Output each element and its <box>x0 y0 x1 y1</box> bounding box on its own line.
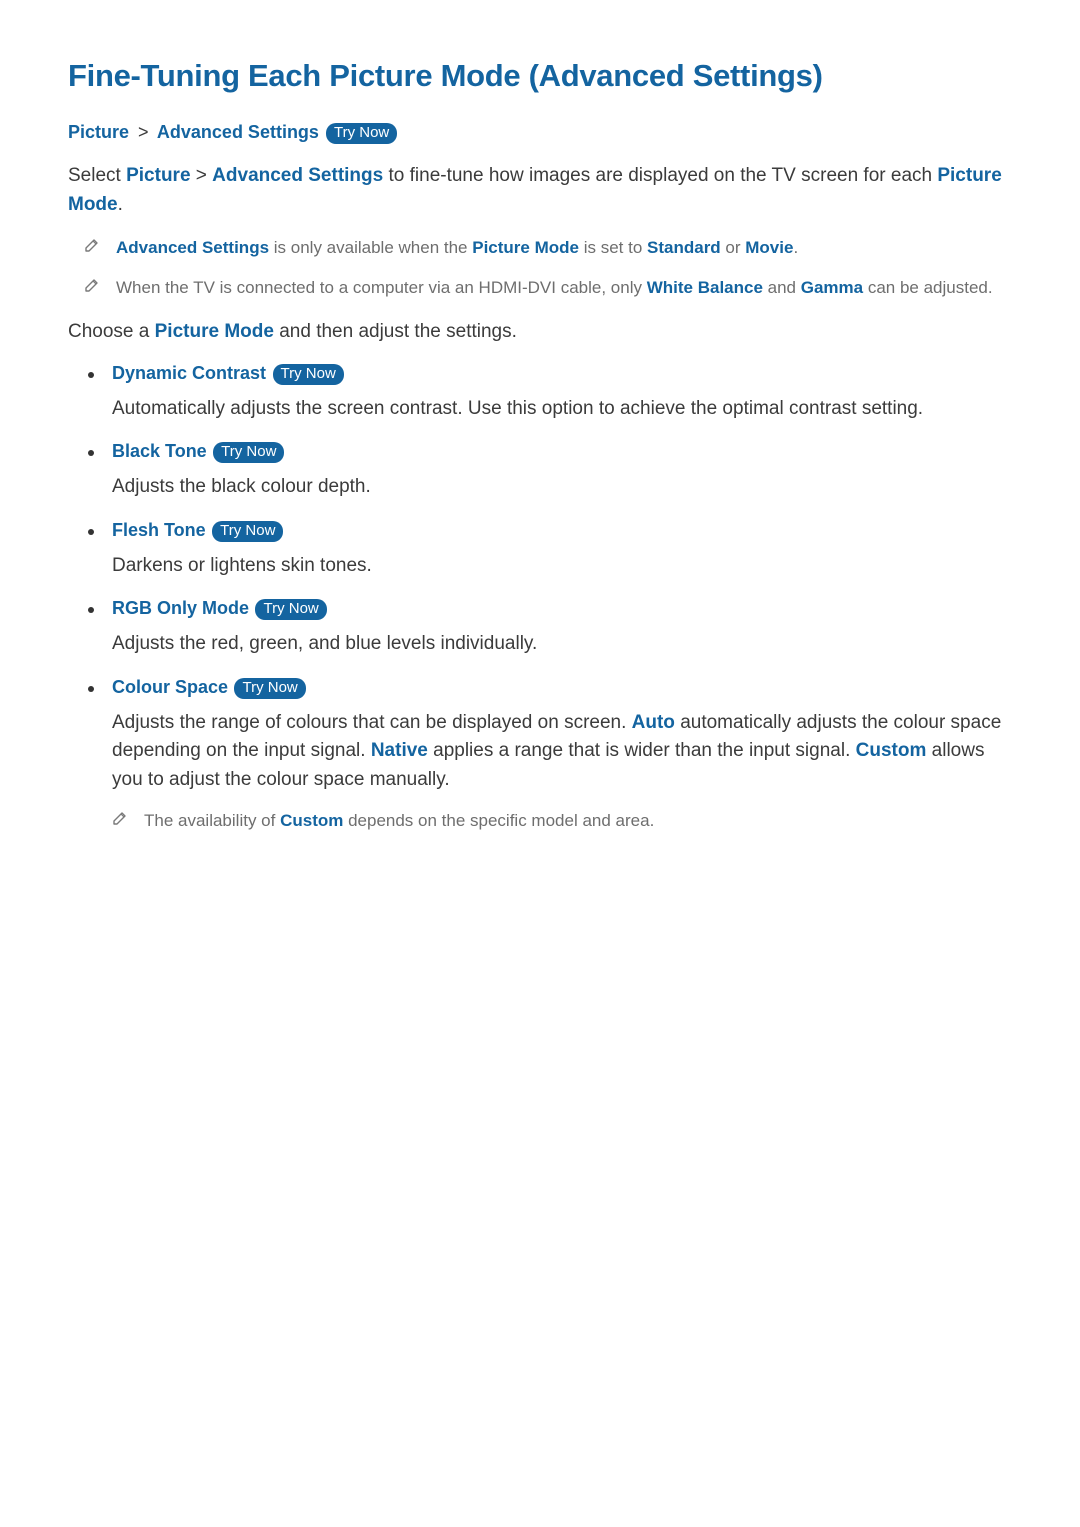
settings-list: Dynamic Contrast Try Now Automatically ad… <box>68 363 1012 834</box>
list-item: Dynamic Contrast Try Now Automatically ad… <box>88 363 1012 424</box>
notes-block: Advanced Settings is only available when… <box>68 235 1012 300</box>
link-advanced-settings[interactable]: Advanced Settings <box>212 165 383 186</box>
breadcrumb: Picture > Advanced Settings Try Now <box>68 122 1012 144</box>
setting-desc: Adjusts the range of colours that can be… <box>112 709 1012 795</box>
note-row: Advanced Settings is only available when… <box>84 235 1012 261</box>
accent-term: Auto <box>632 712 675 733</box>
accent-term: Custom <box>856 740 927 761</box>
accent-term: Advanced Settings <box>116 238 269 257</box>
setting-head: Flesh Tone Try Now <box>112 520 1012 542</box>
breadcrumb-advanced-settings[interactable]: Advanced Settings <box>157 122 319 142</box>
list-item: Flesh Tone Try Now Darkens or lightens sk… <box>88 520 1012 581</box>
note-text: Advanced Settings is only available when… <box>116 235 798 261</box>
try-now-button[interactable]: Try Now <box>213 442 284 463</box>
link-picture[interactable]: Picture <box>126 165 190 186</box>
setting-name: Colour Space <box>112 677 228 697</box>
intro-paragraph: Select Picture > Advanced Settings to fi… <box>68 162 1012 219</box>
list-item: RGB Only Mode Try Now Adjusts the red, gr… <box>88 598 1012 659</box>
accent-term: Movie <box>745 238 793 257</box>
accent-term: Picture Mode <box>472 238 579 257</box>
try-now-button[interactable]: Try Now <box>273 364 344 385</box>
try-now-button[interactable]: Try Now <box>255 599 326 620</box>
accent-term: Standard <box>647 238 721 257</box>
try-now-button[interactable]: Try Now <box>212 521 283 542</box>
list-item: Colour Space Try Now Adjusts the range of… <box>88 677 1012 834</box>
note-icon <box>84 277 102 298</box>
list-item: Black Tone Try Now Adjusts the black colo… <box>88 441 1012 502</box>
setting-name: Black Tone <box>112 441 207 461</box>
setting-desc: Adjusts the black colour depth. <box>112 473 1012 502</box>
setting-desc: Darkens or lightens skin tones. <box>112 552 1012 581</box>
accent-term: Gamma <box>801 278 863 297</box>
setting-name: Dynamic Contrast <box>112 363 266 383</box>
setting-head: Colour Space Try Now <box>112 677 1012 699</box>
note-icon <box>84 237 102 258</box>
choose-line: Choose a Picture Mode and then adjust th… <box>68 318 1012 347</box>
setting-head: Dynamic Contrast Try Now <box>112 363 1012 385</box>
setting-desc: Adjusts the red, green, and blue levels … <box>112 630 1012 659</box>
setting-name: RGB Only Mode <box>112 598 249 618</box>
try-now-button[interactable]: Try Now <box>234 678 305 699</box>
setting-head: RGB Only Mode Try Now <box>112 598 1012 620</box>
note-row: When the TV is connected to a computer v… <box>84 275 1012 301</box>
term-picture-mode: Picture Mode <box>155 321 274 342</box>
accent-term: Custom <box>280 811 343 830</box>
breadcrumb-sep: > <box>138 122 149 142</box>
sub-note-text: The availability of Custom depends on th… <box>144 808 654 834</box>
setting-desc: Automatically adjusts the screen contras… <box>112 395 1012 424</box>
note-icon <box>112 810 130 831</box>
setting-name: Flesh Tone <box>112 520 206 540</box>
accent-term: Native <box>371 740 428 761</box>
accent-term: White Balance <box>647 278 763 297</box>
breadcrumb-picture[interactable]: Picture <box>68 122 129 142</box>
sub-note: The availability of Custom depends on th… <box>112 808 1012 834</box>
note-text: When the TV is connected to a computer v… <box>116 275 993 301</box>
setting-head: Black Tone Try Now <box>112 441 1012 463</box>
page-title: Fine-Tuning Each Picture Mode (Advanced … <box>68 58 1012 94</box>
try-now-button[interactable]: Try Now <box>326 123 397 144</box>
